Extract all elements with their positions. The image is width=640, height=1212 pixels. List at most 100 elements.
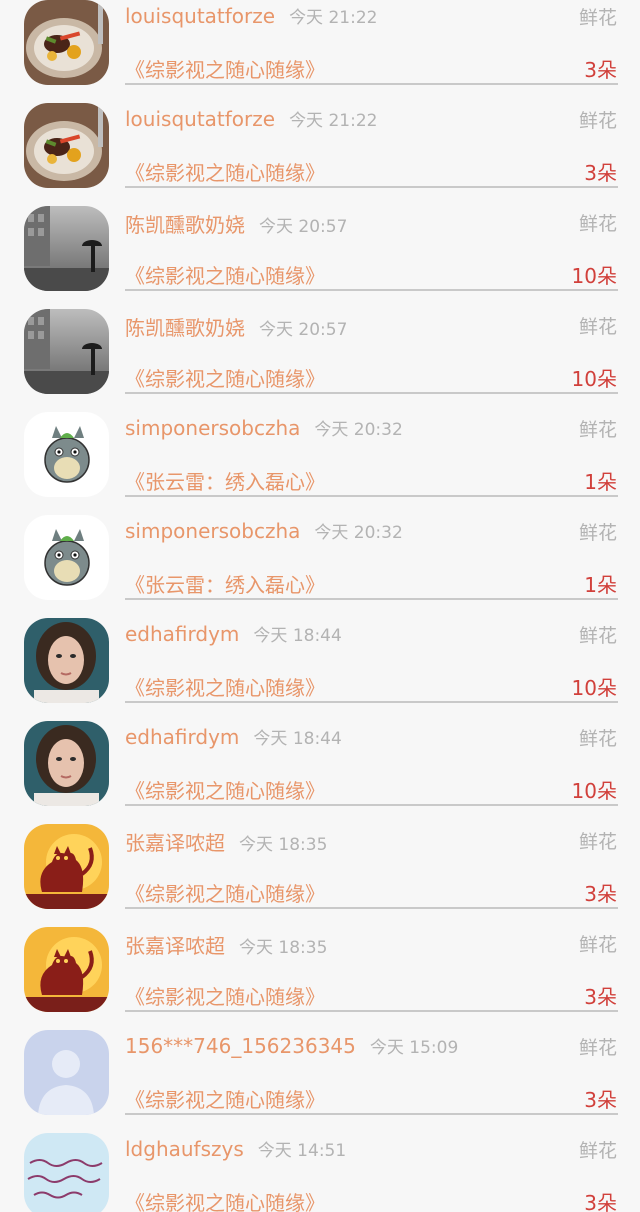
timestamp: 今天 18:44 <box>253 729 342 749</box>
totoro-cartoon-icon <box>24 412 109 497</box>
user-avatar[interactable] <box>24 412 109 497</box>
timestamp: 今天 20:57 <box>259 217 348 237</box>
user-name-text: 156***746_156236345 <box>125 1034 356 1058</box>
timestamp: 今天 20:32 <box>314 420 403 440</box>
user-name[interactable]: louisqutatforze 今天 21:22 <box>125 3 377 28</box>
gift-count: 3朵 <box>584 882 617 906</box>
food-photo-icon <box>24 0 109 85</box>
user-name[interactable]: edhafirdym 今天 18:44 <box>125 621 342 646</box>
user-avatar[interactable] <box>24 103 109 188</box>
gift-record-row[interactable]: 张嘉译哝超 今天 18:35 鲜花 《综影视之随心随缘》 3朵 <box>0 807 640 910</box>
user-name-text: ldghaufszys <box>125 1137 244 1161</box>
book-title-link[interactable]: 《综影视之随心随缘》 <box>125 157 325 186</box>
user-avatar[interactable] <box>24 618 109 703</box>
halloween-cat-icon <box>24 927 109 1012</box>
gift-type-label: 鲜花 <box>578 625 617 647</box>
gift-type-label: 鲜花 <box>578 213 617 235</box>
row-divider <box>125 83 618 85</box>
gift-type-label: 鲜花 <box>578 522 617 544</box>
book-title-link[interactable]: 《张云雷：绣入磊心》 <box>125 466 325 495</box>
user-avatar[interactable] <box>24 1133 109 1212</box>
gift-count: 10朵 <box>571 676 617 700</box>
user-avatar[interactable] <box>24 1030 109 1115</box>
gift-count: 3朵 <box>584 161 617 185</box>
row-divider <box>125 598 618 600</box>
user-name[interactable]: 陈凯醺歌奶娆 今天 20:57 <box>125 209 347 238</box>
gift-count: 1朵 <box>584 573 617 597</box>
gift-type-label: 鲜花 <box>578 7 617 29</box>
gift-count: 10朵 <box>571 367 617 391</box>
gift-record-row[interactable]: simponersobczha 今天 20:32 鲜花 《张云雷：绣入磊心》 1朵 <box>0 395 640 498</box>
user-avatar[interactable] <box>24 721 109 806</box>
halloween-cat-icon <box>24 824 109 909</box>
gift-record-row[interactable]: louisqutatforze 今天 21:22 鲜花《综影视之随心随缘》 3朵 <box>0 86 640 189</box>
user-name[interactable]: simponersobczha 今天 20:32 <box>125 415 403 440</box>
gift-type-label: 鲜花 <box>578 1140 617 1162</box>
handwriting-image-icon <box>24 1133 109 1212</box>
gift-record-row[interactable]: edhafirdym 今天 18:44 鲜花 《综影视之随心随缘》 10朵 <box>0 704 640 807</box>
user-avatar[interactable] <box>24 515 109 600</box>
gift-type-label: 鲜花 <box>578 316 617 338</box>
totoro-cartoon-icon <box>24 515 109 600</box>
food-photo-icon <box>24 103 109 188</box>
gift-type-label: 鲜花 <box>578 110 617 132</box>
row-divider <box>125 392 618 394</box>
row-divider <box>125 907 618 909</box>
user-avatar[interactable] <box>24 309 109 394</box>
book-title-link[interactable]: 《综影视之随心随缘》 <box>125 363 325 392</box>
gift-record-row[interactable]: edhafirdym 今天 18:44 鲜花《综影视之随心随缘》 10朵 <box>0 601 640 704</box>
gift-type-label: 鲜花 <box>578 728 617 750</box>
gift-record-row[interactable]: 陈凯醺歌奶娆 今天 20:57 鲜花《综影视之随心随缘》 10朵 <box>0 292 640 395</box>
gift-record-row[interactable]: 陈凯醺歌奶娆 今天 20:57 鲜花 《综影视之随心随缘》 10朵 <box>0 189 640 292</box>
book-title-link[interactable]: 《综影视之随心随缘》 <box>125 775 325 804</box>
user-name[interactable]: 张嘉译哝超 今天 18:35 <box>125 930 327 959</box>
user-avatar[interactable] <box>24 824 109 909</box>
gift-record-row[interactable]: 156***746_156236345 今天 15:09 鲜花《综影视之随心随缘》 3… <box>0 1013 640 1116</box>
gift-record-row[interactable]: simponersobczha 今天 20:32 鲜花《张云雷：绣入磊心》 1朵 <box>0 498 640 601</box>
gift-record-row[interactable]: ldghaufszys 今天 14:51 鲜花《综影视之随心随缘》 3朵 <box>0 1116 640 1212</box>
book-title-link[interactable]: 《综影视之随心随缘》 <box>125 981 325 1010</box>
timestamp: 今天 20:57 <box>259 320 348 340</box>
book-title-link[interactable]: 《张云雷：绣入磊心》 <box>125 569 325 598</box>
user-name[interactable]: louisqutatforze 今天 21:22 <box>125 106 377 131</box>
gift-record-list: louisqutatforze 今天 21:22 鲜花 《综影视之随心随缘》 3朵 lo… <box>0 0 640 1212</box>
book-title-link[interactable]: 《综影视之随心随缘》 <box>125 260 325 289</box>
user-name-text: louisqutatforze <box>125 4 276 28</box>
user-name-text: 陈凯醺歌奶娆 <box>125 316 245 340</box>
gift-record-row[interactable]: louisqutatforze 今天 21:22 鲜花 《综影视之随心随缘》 3朵 <box>0 0 640 86</box>
book-title-link[interactable]: 《综影视之随心随缘》 <box>125 878 325 907</box>
timestamp: 今天 20:32 <box>314 523 403 543</box>
user-name[interactable]: simponersobczha 今天 20:32 <box>125 518 403 543</box>
user-name-text: 张嘉译哝超 <box>125 831 225 855</box>
timestamp: 今天 18:35 <box>239 938 328 958</box>
user-avatar[interactable] <box>24 206 109 291</box>
user-name[interactable]: ldghaufszys 今天 14:51 <box>125 1136 346 1161</box>
user-name-text: simponersobczha <box>125 416 301 440</box>
user-name[interactable]: 张嘉译哝超 今天 18:35 <box>125 827 327 856</box>
book-title-link[interactable]: 《综影视之随心随缘》 <box>125 1084 325 1113</box>
book-title-link[interactable]: 《综影视之随心随缘》 <box>125 672 325 701</box>
gift-record-row[interactable]: 张嘉译哝超 今天 18:35 鲜花《综影视之随心随缘》 3朵 <box>0 910 640 1013</box>
timestamp: 今天 18:44 <box>253 626 342 646</box>
gift-type-label: 鲜花 <box>578 934 617 956</box>
user-name-text: 陈凯醺歌奶娆 <box>125 213 245 237</box>
timestamp: 今天 14:51 <box>257 1141 347 1161</box>
user-name-text: 张嘉译哝超 <box>125 934 225 958</box>
woman-portrait-icon <box>24 721 109 806</box>
user-avatar[interactable] <box>24 927 109 1012</box>
user-avatar[interactable] <box>24 0 109 85</box>
row-divider <box>125 186 618 188</box>
gift-count: 3朵 <box>584 1191 617 1212</box>
gift-count: 3朵 <box>584 985 617 1009</box>
book-title-link[interactable]: 《综影视之随心随缘》 <box>125 1187 325 1212</box>
row-divider <box>125 701 618 703</box>
row-divider <box>125 1010 618 1012</box>
gift-type-label: 鲜花 <box>578 1037 617 1059</box>
user-name-text: simponersobczha <box>125 519 301 543</box>
user-name[interactable]: 陈凯醺歌奶娆 今天 20:57 <box>125 312 347 341</box>
timestamp: 今天 18:35 <box>239 835 328 855</box>
book-title-link[interactable]: 《综影视之随心随缘》 <box>125 54 325 83</box>
user-name[interactable]: edhafirdym 今天 18:44 <box>125 724 342 749</box>
gift-count: 3朵 <box>584 1088 617 1112</box>
user-name[interactable]: 156***746_156236345 今天 15:09 <box>125 1033 458 1058</box>
